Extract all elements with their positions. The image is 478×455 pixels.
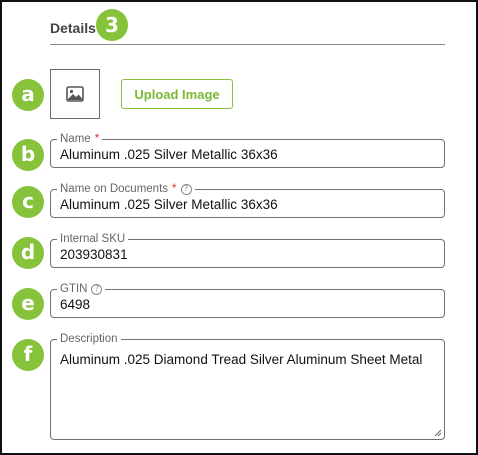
image-icon bbox=[66, 86, 84, 102]
marker-a: a bbox=[12, 79, 44, 111]
name-on-documents-label: Name on Documents * ? bbox=[57, 182, 195, 196]
gtin-value: 6498 bbox=[60, 297, 91, 312]
upload-image-button[interactable]: Upload Image bbox=[121, 79, 233, 109]
internal-sku-value: 203930831 bbox=[60, 247, 128, 262]
step-badge: 3 bbox=[96, 9, 128, 41]
marker-b: b bbox=[12, 139, 44, 171]
name-on-documents-label-text: Name on Documents bbox=[60, 183, 169, 195]
help-icon[interactable]: ? bbox=[180, 183, 192, 195]
gtin-label: GTIN ? bbox=[57, 282, 106, 296]
section-divider bbox=[50, 44, 445, 45]
resize-handle-icon[interactable] bbox=[434, 429, 442, 437]
marker-d: d bbox=[12, 237, 44, 269]
section-title: Details bbox=[50, 20, 96, 36]
description-value: Aluminum .025 Diamond Tread Silver Alumi… bbox=[60, 352, 423, 367]
gtin-field[interactable]: GTIN ? 6498 bbox=[50, 282, 445, 318]
name-label-text: Name bbox=[60, 133, 91, 145]
gtin-label-text: GTIN bbox=[60, 283, 88, 295]
name-on-documents-field[interactable]: Name on Documents * ? Aluminum .025 Silv… bbox=[50, 182, 445, 218]
help-icon[interactable]: ? bbox=[91, 283, 103, 295]
image-placeholder[interactable] bbox=[50, 69, 100, 119]
name-label: Name * bbox=[57, 132, 103, 146]
name-value: Aluminum .025 Silver Metallic 36x36 bbox=[60, 147, 278, 162]
description-label: Description bbox=[57, 332, 121, 346]
internal-sku-field[interactable]: Internal SKU 203930831 bbox=[50, 232, 445, 268]
name-on-documents-value: Aluminum .025 Silver Metallic 36x36 bbox=[60, 197, 278, 212]
internal-sku-label: Internal SKU bbox=[57, 232, 129, 246]
description-label-text: Description bbox=[60, 333, 118, 345]
marker-f: f bbox=[12, 339, 44, 371]
name-field[interactable]: Name * Aluminum .025 Silver Metallic 36x… bbox=[50, 132, 445, 168]
internal-sku-label-text: Internal SKU bbox=[60, 233, 126, 245]
details-panel: Details 3 a Upload Image b Name * Alumin… bbox=[0, 0, 478, 455]
marker-c: c bbox=[12, 186, 44, 218]
required-marker: * bbox=[172, 183, 177, 195]
marker-e: e bbox=[12, 288, 44, 320]
required-marker: * bbox=[94, 133, 100, 145]
description-field[interactable]: Description Aluminum .025 Diamond Tread … bbox=[50, 332, 445, 440]
